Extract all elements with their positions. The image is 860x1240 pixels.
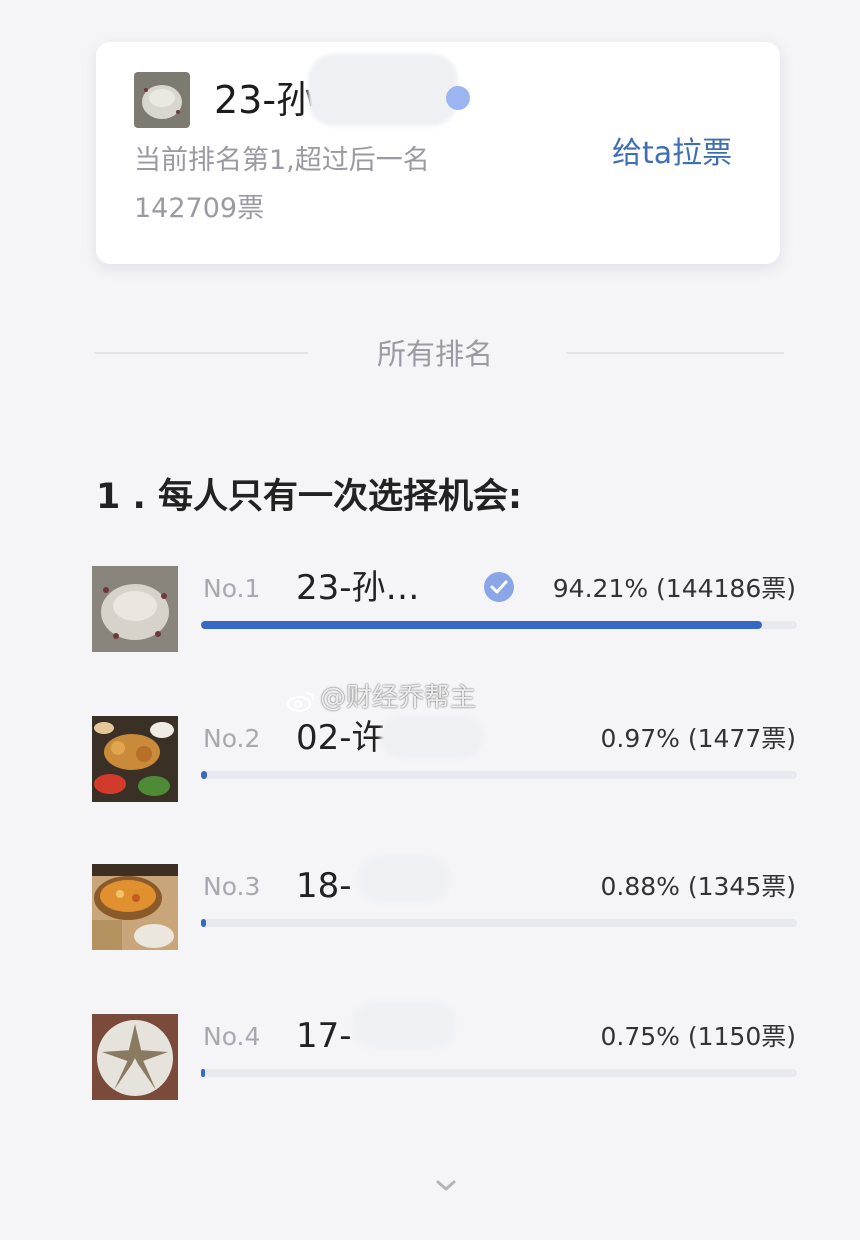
vote-progress-fill <box>201 1069 205 1077</box>
lead-votes-text: 142709票 <box>134 193 265 224</box>
vote-progress-fill <box>201 771 207 779</box>
vote-progress-bar <box>201 771 797 779</box>
redaction-blur <box>308 54 458 126</box>
watermark: @财经乔帮主 <box>286 680 476 716</box>
rank-label: No.2 <box>203 724 261 753</box>
ranking-row[interactable]: No.4 17- 0.75% (1150票) <box>0 1002 860 1114</box>
rank-label: No.3 <box>203 872 261 901</box>
rank-label: No.4 <box>203 1022 261 1051</box>
verified-icon <box>484 572 514 602</box>
weibo-logo-icon <box>286 687 316 712</box>
divider-right <box>566 352 784 354</box>
entry-photo <box>92 1014 178 1100</box>
vote-progress-bar <box>201 621 797 629</box>
vote-percentage: 94.21% (144186票) <box>552 574 796 603</box>
redaction-blur <box>352 1002 456 1048</box>
entry-name: 23-孙 <box>214 78 315 122</box>
watermark-text: @财经乔帮主 <box>320 683 477 713</box>
vote-percentage: 0.75% (1150票) <box>600 1022 797 1051</box>
vote-for-entry-button[interactable]: 给ta拉票 <box>612 134 732 174</box>
rank-status-text: 当前排名第1,超过后一名 <box>134 145 430 176</box>
vote-progress-bar <box>201 1069 797 1077</box>
vote-percentage: 0.97% (1477票) <box>600 724 797 753</box>
redaction-blur <box>358 856 450 902</box>
ranking-row[interactable]: No.2 02-许 0.97% (1477票) <box>0 716 860 816</box>
entry-name: 23-孙… <box>296 568 420 608</box>
ranking-row[interactable]: No.1 23-孙… 94.21% (144186票) <box>0 566 860 666</box>
vote-progress-bar <box>201 919 797 927</box>
entry-photo <box>92 864 178 950</box>
verified-icon <box>446 86 470 110</box>
rank-label: No.1 <box>203 574 261 603</box>
entry-name: 02-许 <box>296 718 386 758</box>
entry-name: 18- <box>296 866 352 906</box>
entry-name: 17- <box>296 1016 352 1056</box>
redaction-blur <box>380 716 484 758</box>
question-title: 1 . 每人只有一次选择机会: <box>96 477 523 517</box>
entry-photo <box>92 566 178 652</box>
chevron-down-icon[interactable] <box>432 1176 460 1196</box>
divider-left <box>94 352 308 354</box>
section-title: 所有排名 <box>376 337 493 371</box>
entry-photo <box>134 72 190 128</box>
entry-photo <box>92 716 178 802</box>
vote-progress-fill <box>201 621 762 629</box>
vote-progress-fill <box>201 919 206 927</box>
vote-percentage: 0.88% (1345票) <box>600 872 797 901</box>
ranking-row[interactable]: No.3 18- 0.88% (1345票) <box>0 856 860 964</box>
current-entry-card: 23-孙 当前排名第1,超过后一名 142709票 给ta拉票 <box>96 42 780 264</box>
